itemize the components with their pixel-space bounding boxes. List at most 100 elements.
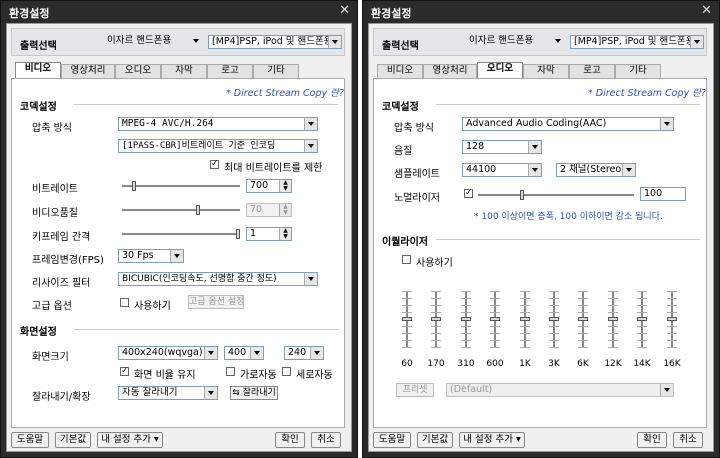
help-button[interactable]: 도움말 xyxy=(11,432,49,448)
h-auto-checkbox[interactable] xyxy=(226,367,235,376)
preset-select[interactable]: (Default) xyxy=(446,383,674,397)
cancel-button[interactable]: 취소 xyxy=(311,432,341,448)
chevron-down-icon xyxy=(304,118,317,130)
keyframe-slider[interactable] xyxy=(122,229,240,239)
eq-band-label: 1K xyxy=(519,359,531,369)
tab-subtitle[interactable]: 자막 xyxy=(523,64,569,78)
width-select[interactable]: 400 xyxy=(224,346,264,360)
height-select[interactable]: 240 xyxy=(284,346,324,360)
tab-strip: 비디오 영상처리 오디오 자막 로고 기타 xyxy=(373,62,707,79)
ok-button[interactable]: 확인 xyxy=(275,432,305,448)
preset-button[interactable]: 프리셋 xyxy=(396,383,434,397)
tab-audio[interactable]: 오디오 xyxy=(477,62,523,79)
my-settings-button[interactable]: 내 설정 추가 ▾ xyxy=(459,432,525,448)
fps-select[interactable]: 30 Fps xyxy=(118,249,184,263)
advanced-use-label: 사용하기 xyxy=(134,301,171,312)
eq-slider-1K[interactable] xyxy=(520,291,530,348)
format-select[interactable]: [MP4]PSP, iPod 및 핸드폰용 xyxy=(208,35,342,49)
tab-etc[interactable]: 기타 xyxy=(253,64,299,78)
max-bitrate-label: 최대 비트레이트를 제한 xyxy=(224,163,323,174)
divider xyxy=(436,239,700,240)
crop-select[interactable]: 자동 잘라내기 xyxy=(118,386,218,400)
settings-window-audio: 환경설정 ✕ 출력선택 이자르 핸드폰용 [MP4]PSP, iPod 및 핸드… xyxy=(362,0,720,458)
eq-band-label: 60 xyxy=(401,359,413,369)
ok-button[interactable]: 확인 xyxy=(637,432,667,448)
tab-subtitle[interactable]: 자막 xyxy=(161,64,207,78)
tab-audio[interactable]: 오디오 xyxy=(115,64,161,78)
chevron-down-icon xyxy=(528,141,541,153)
title-bar: 환경설정 ✕ xyxy=(1,1,357,23)
codec-section-title: 코덱설정 xyxy=(20,102,57,113)
eq-slider-16K[interactable] xyxy=(667,291,677,348)
normalizer-input[interactable]: 100 xyxy=(640,187,686,201)
normalizer-checkbox[interactable]: ✓ xyxy=(464,189,473,198)
compression-select[interactable]: MPEG-4 AVC/H.264 xyxy=(118,117,318,131)
chevron-down-icon xyxy=(190,35,202,47)
chevron-down-icon xyxy=(250,347,263,359)
channel-select[interactable]: 2 채널(Stereo) xyxy=(556,163,636,177)
eq-slider-60[interactable] xyxy=(402,291,412,348)
normalizer-note: * 100 이상이면 증폭, 100 이하이면 감소 됩니다. xyxy=(474,212,663,222)
bitrate-mode-select[interactable]: [1PASS-CBR]비트레이트 기준 인코딩 xyxy=(118,139,318,153)
chevron-down-icon: ▾ xyxy=(516,434,521,445)
sample-rate-select[interactable]: 44100 xyxy=(462,163,542,177)
eq-band-label: 14K xyxy=(633,359,651,369)
screen-size-select[interactable]: 400x240(wqvga) xyxy=(118,346,218,360)
video-quality-slider[interactable] xyxy=(122,205,240,215)
device-select[interactable]: 이자르 핸드폰용 xyxy=(444,35,564,49)
max-bitrate-checkbox[interactable]: ✓ xyxy=(210,160,219,169)
eq-slider-14K[interactable] xyxy=(637,291,647,348)
close-icon[interactable]: ✕ xyxy=(339,3,350,18)
output-select-bar: 출력선택 이자르 핸드폰용 [MP4]PSP, iPod 및 핸드폰용 xyxy=(373,28,707,56)
tab-video[interactable]: 비디오 xyxy=(15,62,61,79)
compression-select[interactable]: Advanced Audio Coding(AAC) xyxy=(462,117,674,131)
default-button[interactable]: 기본값 xyxy=(417,432,453,448)
settings-window-video: 환경설정 ✕ 출력선택 이자르 핸드폰용 [MP4]PSP, iPod 및 핸드… xyxy=(0,0,358,458)
video-settings-panel: * Direct Stream Copy 란? 코덱설정 압축 방식 MPEG-… xyxy=(11,78,345,428)
keep-ratio-checkbox[interactable]: ✓ xyxy=(120,367,129,376)
tab-image-processing[interactable]: 영상처리 xyxy=(61,64,115,78)
tab-logo[interactable]: 로고 xyxy=(207,64,253,78)
tab-logo[interactable]: 로고 xyxy=(569,64,615,78)
eq-slider-12K[interactable] xyxy=(608,291,618,348)
v-auto-checkbox[interactable] xyxy=(282,367,291,376)
screen-size-label: 화면크기 xyxy=(32,352,69,363)
window-title: 환경설정 xyxy=(9,7,50,20)
device-select[interactable]: 이자르 핸드폰용 xyxy=(82,35,202,49)
bitrate-spinner[interactable]: 700 ▲ ▼ xyxy=(246,179,292,193)
crop-button[interactable]: ⇆ 잘라내기 xyxy=(230,386,278,400)
cancel-button[interactable]: 취소 xyxy=(673,432,703,448)
eq-use-checkbox[interactable] xyxy=(402,255,411,264)
tab-video[interactable]: 비디오 xyxy=(377,64,423,78)
eq-slider-310[interactable] xyxy=(461,291,471,348)
direct-stream-copy-link[interactable]: * Direct Stream Copy 란? xyxy=(226,85,344,99)
window-client: 출력선택 이자르 핸드폰용 [MP4]PSP, iPod 및 핸드폰용 비디오 … xyxy=(6,23,352,452)
keyframe-spinner[interactable]: 1 ▲ ▼ xyxy=(246,227,292,241)
divider xyxy=(74,104,338,105)
eq-slider-170[interactable] xyxy=(431,291,441,348)
bitrate-slider[interactable] xyxy=(122,181,240,191)
advanced-options-button[interactable]: 고급 옵션 설정 xyxy=(188,295,244,309)
resize-filter-select[interactable]: BICUBIC(인코딩속도, 선명함 중간 정도) xyxy=(118,272,318,286)
my-settings-button[interactable]: 내 설정 추가 ▾ xyxy=(97,432,163,448)
format-select[interactable]: [MP4]PSP, iPod 및 핸드폰용 xyxy=(570,35,704,49)
compression-label: 압축 방식 xyxy=(32,123,72,134)
output-select-label: 출력선택 xyxy=(382,41,419,52)
eq-slider-3K[interactable] xyxy=(549,291,559,348)
video-quality-spinner[interactable]: 70 ▲ ▼ xyxy=(246,203,292,217)
normalizer-slider[interactable] xyxy=(478,190,634,200)
default-button[interactable]: 기본값 xyxy=(55,432,91,448)
chevron-down-icon xyxy=(660,384,673,396)
direct-stream-copy-link[interactable]: * Direct Stream Copy 란? xyxy=(588,85,706,99)
advanced-use-checkbox[interactable] xyxy=(120,298,129,307)
help-button[interactable]: 도움말 xyxy=(373,432,411,448)
tab-image-processing[interactable]: 영상처리 xyxy=(423,64,477,78)
audio-settings-panel: * Direct Stream Copy 란? 코덱설정 압축 방식 Advan… xyxy=(373,78,707,428)
eq-slider-600[interactable] xyxy=(490,291,500,348)
eq-slider-6K[interactable] xyxy=(578,291,588,348)
crop-icon: ⇆ xyxy=(232,388,243,398)
eq-band-label: 600 xyxy=(486,359,504,369)
quality-select[interactable]: 128 xyxy=(462,140,542,154)
close-icon[interactable]: ✕ xyxy=(701,3,712,18)
tab-etc[interactable]: 기타 xyxy=(615,64,661,78)
